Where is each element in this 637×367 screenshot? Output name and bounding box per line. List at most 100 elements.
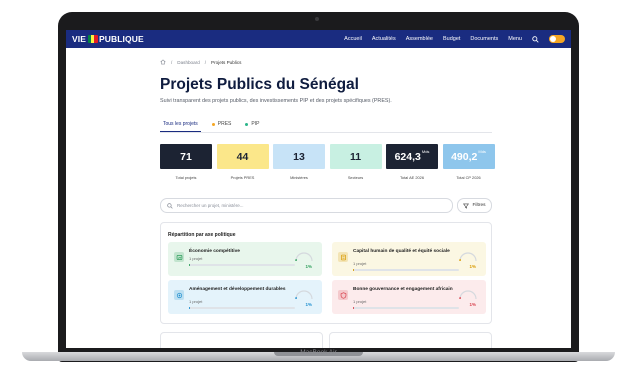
axis-gauge	[459, 252, 477, 261]
axis-count: 1 projet	[189, 256, 203, 261]
axis-icon-box	[338, 252, 348, 262]
stat-value: 13	[293, 150, 305, 163]
breadcrumb-separator: /	[204, 59, 207, 65]
stat-ministries: 13 Ministères	[273, 144, 325, 180]
theme-toggle[interactable]	[549, 35, 565, 43]
logo-text-right: PUBLIQUE	[99, 34, 144, 44]
lower-cards	[160, 332, 492, 348]
axis-progress-fill	[353, 269, 355, 271]
axis-card-gouvernance[interactable]: Bonne gouvernance et engagement africain…	[332, 280, 486, 314]
stat-value: 490,2	[451, 150, 478, 163]
pip-dot	[245, 122, 249, 126]
people-icon	[340, 254, 346, 260]
axis-progress-bar	[353, 269, 459, 271]
axis-name: Économie compétitive	[189, 249, 240, 254]
axis-progress-bar	[189, 264, 295, 266]
pres-dot	[211, 122, 215, 126]
page-title: Projets Publics du Sénégal	[160, 76, 359, 93]
nav-link-actualites[interactable]: Actualités	[372, 36, 396, 42]
shield-icon	[340, 291, 346, 299]
nav-links: Accueil Actualités Assemblée Budget Docu…	[344, 35, 565, 43]
tab-label: PRES	[217, 121, 232, 127]
stat-label: Ministères	[290, 175, 308, 180]
nav-link-menu[interactable]: Menu	[508, 36, 522, 42]
stats-row: 71 Total projets 44 Projets PRES 13 Mini…	[160, 144, 495, 180]
device-label: MacBook Air	[300, 349, 337, 356]
tab-label: Tous les projets	[163, 121, 198, 127]
search-input[interactable]	[177, 203, 417, 208]
stat-label: Projets PRES	[230, 175, 255, 180]
toggle-knob	[550, 36, 556, 42]
search-bar	[160, 198, 453, 213]
stat-total-cp: 490,2 Mds Total CP 2026	[442, 144, 495, 180]
trend-icon	[176, 254, 182, 260]
filter-label: Filtres	[472, 203, 486, 208]
axes-title: Répartition par axe politique	[168, 232, 236, 238]
top-navbar: VIE PUBLIQUE Accueil Actualités Assemblé…	[66, 30, 571, 48]
breadcrumb-current: Projets Publics	[211, 59, 242, 65]
axis-percent: 1%	[469, 302, 476, 307]
filter-icon	[463, 203, 470, 209]
stat-label: Total AE 2026	[399, 175, 424, 180]
axis-percent: 1%	[469, 264, 476, 269]
stat-total-projects: 71 Total projets	[160, 144, 212, 180]
stat-sectors: 11 Secteurs	[329, 144, 382, 180]
stat-box: 13	[273, 144, 325, 169]
filter-button[interactable]: Filtres	[457, 198, 492, 213]
search-icon	[167, 202, 173, 209]
axis-progress-fill	[353, 307, 355, 309]
stat-box: 490,2 Mds	[442, 144, 495, 169]
axis-gauge	[459, 290, 477, 299]
stat-total-ae: 624,3 Mds Total AE 2026	[386, 144, 438, 180]
axis-percent: 1%	[305, 302, 312, 307]
home-icon[interactable]	[160, 59, 166, 65]
nav-link-assemblee[interactable]: Assemblée	[406, 36, 433, 42]
logo-text-left: VIE	[72, 34, 87, 44]
axis-card-amenagement[interactable]: Aménagement et développement durables 1 …	[168, 280, 322, 314]
lower-card-right	[329, 332, 492, 348]
nav-link-accueil[interactable]: Accueil	[344, 36, 362, 42]
stat-label: Total projets	[175, 175, 197, 180]
breadcrumb-separator: /	[171, 59, 173, 65]
axis-card-capital-humain[interactable]: Capital humain de qualité et équité soci…	[332, 242, 486, 276]
stat-value: 11	[349, 150, 362, 163]
stat-box: 11	[329, 144, 382, 169]
axis-count: 1 projet	[353, 299, 367, 304]
axis-icon-box	[174, 252, 184, 262]
stat-value: 624,3	[394, 150, 421, 163]
axis-gauge	[295, 290, 313, 299]
stat-unit: Mds	[478, 149, 486, 154]
stat-box: 71	[160, 144, 212, 169]
axis-progress-bar	[353, 307, 459, 309]
site-logo[interactable]: VIE PUBLIQUE	[72, 34, 144, 44]
axis-progress-fill	[189, 307, 191, 309]
nav-link-budget[interactable]: Budget	[443, 36, 460, 42]
stat-value: 44	[236, 150, 249, 163]
leaf-icon	[176, 292, 182, 298]
axis-gauge	[295, 252, 313, 261]
stat-pres-projects: 44 Projets PRES	[216, 144, 269, 180]
axis-name: Capital humain de qualité et équité soci…	[353, 249, 450, 254]
tab-all-projects[interactable]: Tous les projets	[160, 117, 201, 132]
search-icon[interactable]	[532, 35, 539, 43]
axis-progress-bar	[189, 307, 295, 309]
axis-count: 1 projet	[189, 299, 203, 304]
nav-link-documents[interactable]: Documents	[470, 36, 498, 42]
breadcrumb-dashboard[interactable]: Dashboard	[177, 60, 199, 65]
stat-label: Total CP 2026	[456, 175, 481, 180]
axis-card-economie[interactable]: Économie compétitive 1 projet 1%	[168, 242, 322, 276]
tab-pip[interactable]: PIP	[242, 117, 262, 132]
camera	[315, 17, 319, 21]
stat-box: 44	[216, 144, 269, 169]
flag-icon	[87, 35, 98, 43]
laptop-screen: VIE PUBLIQUE Accueil Actualités Assemblé…	[66, 30, 571, 348]
tab-pres[interactable]: PRES	[209, 117, 235, 132]
axis-count: 1 projet	[353, 261, 367, 266]
stat-label: Secteurs	[347, 175, 364, 180]
stat-value: 71	[180, 150, 192, 163]
stat-box: 624,3 Mds	[386, 144, 438, 169]
axis-icon-box	[174, 290, 184, 300]
axis-percent: 1%	[305, 264, 312, 269]
axis-icon-box	[338, 290, 348, 300]
policy-axes-card: Répartition par axe politique Économie c…	[160, 222, 492, 324]
